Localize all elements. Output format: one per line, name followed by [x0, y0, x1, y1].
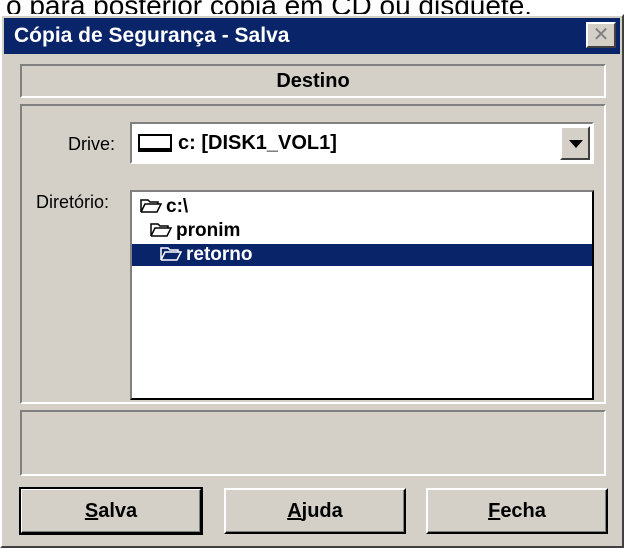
help-button-label: juda: [301, 500, 343, 522]
directory-item-label: pronim: [176, 220, 241, 241]
directory-item-retorno[interactable]: retorno: [132, 244, 592, 266]
hard-drive-icon: [138, 134, 172, 152]
help-button-hotkey: A: [287, 500, 302, 522]
close-button[interactable]: ✕: [586, 22, 616, 48]
directory-item-label: retorno: [186, 244, 253, 265]
save-button[interactable]: Salva: [19, 487, 203, 535]
destination-group: Drive: c: [DISK1_VOL1] Diretório: c:\ pr…: [20, 104, 606, 404]
directory-item-label: c:\: [166, 196, 189, 217]
save-button-hotkey: S: [84, 500, 99, 522]
drive-selected-value: c: [DISK1_VOL1]: [178, 132, 337, 154]
directory-item-root[interactable]: c:\: [132, 196, 592, 218]
directory-item-pronim[interactable]: pronim: [132, 220, 592, 242]
title-bar[interactable]: Cópia de Segurança - Salva ✕: [4, 18, 620, 54]
destination-header: Destino: [20, 64, 606, 98]
folder-open-icon: [140, 199, 162, 213]
save-button-label: alva: [98, 500, 138, 522]
drive-label: Drive:: [68, 134, 116, 154]
close-dialog-button-label: echa: [500, 500, 546, 522]
destination-header-label: Destino: [276, 70, 350, 92]
window-title: Cópia de Segurança - Salva: [14, 24, 290, 47]
status-panel: [20, 410, 606, 476]
directory-label: Diretório:: [36, 192, 110, 212]
backup-dialog: Cópia de Segurança - Salva ✕ Destino Dri…: [0, 14, 624, 548]
help-button[interactable]: Ajuda: [224, 488, 406, 534]
folder-open-icon: [150, 223, 172, 237]
drive-select[interactable]: c: [DISK1_VOL1]: [130, 122, 594, 164]
drive-dropdown-button[interactable]: [560, 126, 590, 160]
chevron-down-icon: [569, 140, 583, 148]
directory-list[interactable]: c:\ pronim retorno: [130, 190, 594, 400]
folder-open-icon: [160, 247, 182, 261]
close-dialog-button[interactable]: Fecha: [426, 488, 608, 534]
close-icon: ✕: [592, 24, 610, 46]
close-dialog-button-hotkey: F: [488, 500, 501, 522]
